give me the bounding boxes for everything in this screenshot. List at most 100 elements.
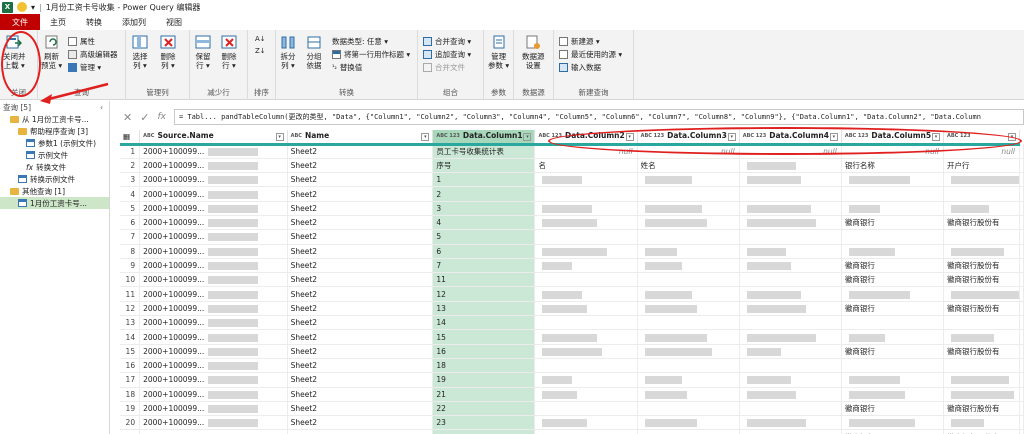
cell-data-column1[interactable]: 序号 (432, 158, 536, 174)
remove-rows-button[interactable]: 删除 行 ▾ (221, 34, 237, 70)
cell-source-name[interactable]: 2000+100099... (139, 429, 288, 434)
cell-data-column3[interactable]: null (637, 144, 740, 159)
cell-data-column1[interactable]: 6 (432, 244, 536, 259)
cell-extra[interactable] (1019, 301, 1024, 317)
close-and-load-button[interactable]: 关闭并 上载 ▾ (3, 34, 26, 70)
filter-dropdown-icon[interactable]: ▾ (421, 133, 430, 141)
column-header[interactable]: ▾ ABC 123 (943, 130, 1021, 146)
manage-parameters-button[interactable]: 管理 参数 ▾ (488, 34, 509, 70)
cell-extra[interactable] (1019, 286, 1024, 302)
cell-name[interactable]: Sheet2 (287, 315, 434, 331)
cell-extra[interactable] (1019, 229, 1024, 245)
cell-data-column1[interactable]: 15 (432, 329, 536, 345)
cell-data-column5[interactable] (841, 329, 944, 345)
cell-data-column1[interactable]: 23 (432, 415, 536, 431)
sort-descending-icon[interactable]: Z↓ (255, 47, 266, 55)
cell-source-name[interactable]: 2000+100099... (139, 201, 288, 216)
combine-files-button[interactable]: 合并文件 (423, 62, 465, 73)
cell-name[interactable]: Sheet2 (287, 258, 434, 274)
cell-source-name[interactable]: 2000+100099... (139, 215, 288, 231)
cell-data-column3[interactable] (637, 272, 740, 288)
data-type-dropdown[interactable]: 数据类型: 任意 ▾ (332, 36, 388, 47)
cell-data-column6[interactable] (943, 372, 1021, 388)
query-item[interactable]: 参数1 (示例文件) (0, 137, 109, 149)
cell-data-column6[interactable] (943, 315, 1021, 331)
cell-data-column6[interactable]: 徽商银行股份有 (943, 301, 1021, 317)
cell-data-column5[interactable] (841, 315, 944, 331)
cell-data-column3[interactable] (637, 172, 740, 188)
cell-name[interactable]: Sheet2 (287, 229, 434, 245)
cell-data-column2[interactable] (534, 201, 638, 216)
cell-extra[interactable] (1019, 201, 1024, 216)
cell-data-column5[interactable] (841, 415, 944, 431)
cell-data-column6[interactable] (943, 415, 1021, 431)
column-header[interactable]: ▾ ABC Source.Name (139, 130, 288, 146)
cell-data-column5[interactable] (841, 244, 944, 259)
replace-values-button[interactable]: ¹₂ 替换值 (332, 62, 362, 73)
cell-extra[interactable] (1019, 158, 1024, 174)
cell-data-column3[interactable] (637, 329, 740, 345)
cell-data-column2[interactable] (534, 186, 638, 202)
cell-data-column1[interactable]: 19 (432, 372, 536, 388)
smiley-icon[interactable] (17, 2, 27, 12)
cell-extra[interactable] (1019, 186, 1024, 202)
query-item[interactable]: 从 1月份工资卡号... (0, 113, 109, 125)
cell-data-column1[interactable]: 24 (432, 429, 536, 434)
cell-data-column5[interactable]: 徽商银行 (841, 429, 944, 434)
cell-data-column5[interactable]: 徽商银行 (841, 215, 944, 231)
cell-extra[interactable] (1019, 244, 1024, 259)
cell-name[interactable]: Sheet2 (287, 401, 434, 417)
cell-source-name[interactable]: 2000+100099... (139, 272, 288, 288)
row-number[interactable]: 6 (120, 215, 141, 231)
advanced-editor-button[interactable]: 高级编辑器 (68, 49, 118, 60)
row-number[interactable]: 17 (120, 372, 141, 388)
cell-data-column2[interactable] (534, 286, 638, 302)
query-item[interactable]: 示例文件 (0, 149, 109, 161)
cell-data-column3[interactable] (637, 244, 740, 259)
cell-name[interactable]: Sheet2 (287, 172, 434, 188)
cell-data-column3[interactable] (637, 401, 740, 417)
column-type-icon[interactable]: ABC 123 (538, 133, 562, 139)
cell-data-column5[interactable] (841, 286, 944, 302)
cell-data-column2[interactable] (534, 387, 638, 402)
cell-extra[interactable] (1019, 344, 1024, 359)
cell-data-column3[interactable] (637, 344, 740, 359)
new-source-button[interactable]: 新建源 ▾ (559, 36, 600, 47)
cell-name[interactable]: Sheet2 (287, 144, 434, 159)
cell-data-column4[interactable] (739, 215, 842, 231)
cell-data-column3[interactable]: 姓名 (637, 158, 740, 174)
cell-data-column3[interactable] (637, 286, 740, 302)
cell-name[interactable]: Sheet2 (287, 186, 434, 202)
cell-extra[interactable] (1019, 315, 1024, 331)
cell-data-column4[interactable] (739, 286, 842, 302)
split-column-button[interactable]: 拆分 列 ▾ (280, 34, 296, 70)
cell-data-column3[interactable] (637, 429, 740, 434)
cell-extra[interactable] (1019, 272, 1024, 288)
cell-data-column2[interactable] (534, 329, 638, 345)
query-item[interactable]: 其他查询 [1] (0, 185, 109, 197)
cell-source-name[interactable]: 2000+100099... (139, 172, 288, 188)
cell-data-column1[interactable]: 14 (432, 315, 536, 331)
row-number[interactable]: 12 (120, 301, 141, 317)
cell-name[interactable]: Sheet2 (287, 415, 434, 431)
row-number[interactable]: 11 (120, 286, 141, 302)
cell-data-column5[interactable]: 徽商银行 (841, 401, 944, 417)
sort-ascending-icon[interactable]: A↓ (255, 35, 266, 43)
cell-data-column4[interactable] (739, 258, 842, 274)
cell-data-column3[interactable] (637, 215, 740, 231)
collapse-pane-icon[interactable]: ‹ (100, 103, 103, 112)
cell-name[interactable]: Sheet2 (287, 344, 434, 359)
cell-data-column2[interactable] (534, 301, 638, 317)
cell-source-name[interactable]: 2000+100099... (139, 372, 288, 388)
row-number[interactable]: 15 (120, 344, 141, 359)
use-first-row-as-headers-button[interactable]: 将第一行用作标题 ▾ (332, 49, 410, 60)
column-header[interactable]: ▾ ABC 123 Data.Column4 (739, 130, 842, 146)
cell-data-column4[interactable] (739, 315, 842, 331)
cell-name[interactable]: Sheet2 (287, 358, 434, 374)
cell-source-name[interactable]: 2000+100099... (139, 315, 288, 331)
cell-data-column2[interactable] (534, 344, 638, 359)
cell-data-column2[interactable] (534, 229, 638, 245)
formula-input[interactable]: = Tabl... pandTableColumn(更改的类型, "Data",… (173, 109, 1024, 125)
data-source-settings-button[interactable]: 数据源 设置 (522, 34, 545, 70)
query-item[interactable]: 转换示例文件 (0, 173, 109, 185)
